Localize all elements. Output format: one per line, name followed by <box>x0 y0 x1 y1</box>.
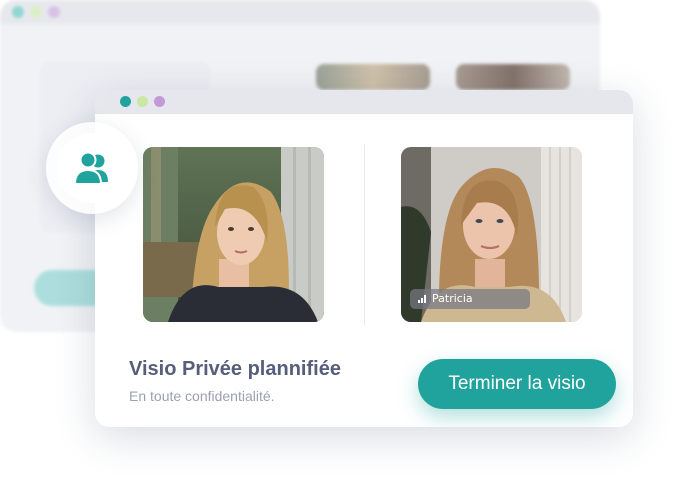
window-dot <box>48 6 60 18</box>
window-titlebar <box>95 90 633 114</box>
users-icon <box>73 151 108 185</box>
participant-portrait <box>143 147 324 322</box>
video-call-window: Patricia Visio Privée plannifiée En tout… <box>95 90 633 427</box>
participant-name: Patricia <box>432 292 473 305</box>
background-video-thumbnail <box>456 64 570 90</box>
local-video-tile <box>143 147 324 322</box>
background-video-thumbnail <box>316 64 430 90</box>
background-titlebar <box>0 0 600 24</box>
end-call-button[interactable]: Terminer la visio <box>418 359 616 409</box>
window-dot <box>12 6 24 18</box>
video-divider <box>364 145 365 325</box>
card-title: Visio Privée plannifiée <box>129 358 341 380</box>
window-dot <box>137 96 148 107</box>
window-dot <box>154 96 165 107</box>
window-dot <box>30 6 42 18</box>
window-dot <box>120 96 131 107</box>
card-subtitle: En toute confidentialité. <box>129 388 275 404</box>
signal-bars-icon <box>418 295 427 303</box>
users-badge-inner <box>57 133 127 203</box>
remote-video-tile: Patricia <box>401 147 582 322</box>
participant-name-tag: Patricia <box>410 289 530 309</box>
users-badge <box>46 122 138 214</box>
